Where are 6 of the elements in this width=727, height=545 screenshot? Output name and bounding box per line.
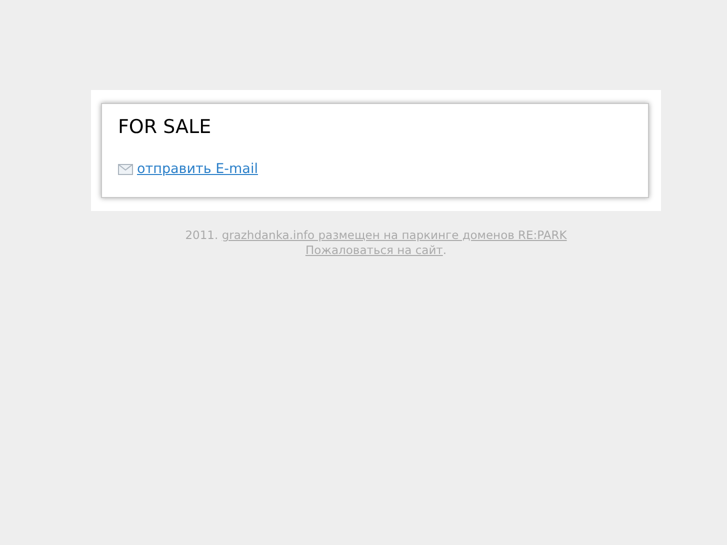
report-link[interactable]: Пожаловаться на сайт <box>305 243 443 257</box>
parking-link[interactable]: grazhdanka.info размещен на паркинге доменов RE:PARK <box>222 228 567 242</box>
sale-title: FOR SALE <box>118 115 212 139</box>
email-link[interactable]: отправить E-mail <box>137 161 258 177</box>
envelope-icon <box>118 164 133 174</box>
footer-text: 2011. grazhdanka.info размещен на паркинге доменов RE:PARK Пожаловаться на сайт. <box>184 228 568 258</box>
